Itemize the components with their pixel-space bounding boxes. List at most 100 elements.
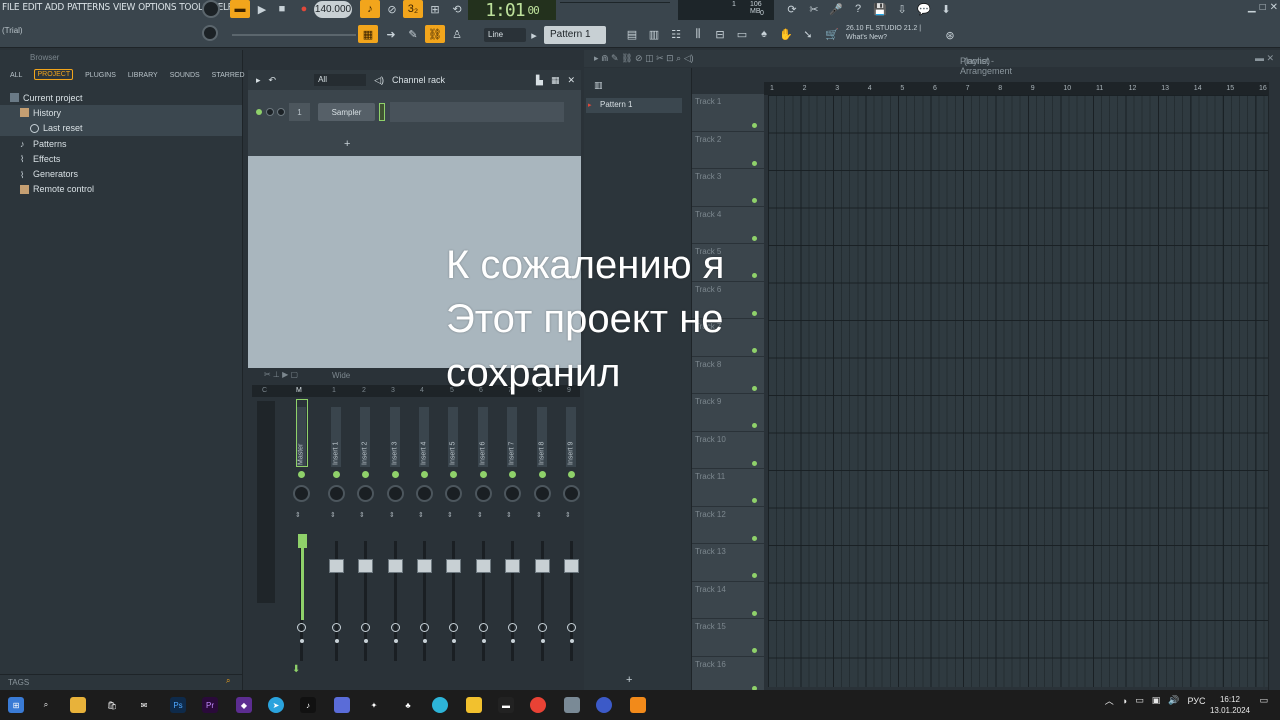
strip-route-dot[interactable]: [300, 639, 304, 643]
track-header[interactable]: Track 1: [692, 94, 764, 132]
strip-route-dot[interactable]: [541, 639, 545, 643]
mail-icon[interactable]: ✉: [136, 697, 152, 713]
picker-pattern-item[interactable]: Pattern 1: [586, 98, 682, 113]
mixer-strip-insert-1[interactable]: Insert 1 ⇕: [323, 399, 350, 679]
master-volume-knob[interactable]: [202, 0, 220, 18]
strip-stereo-icon[interactable]: ⇕: [536, 511, 542, 519]
strip-route-dot[interactable]: [570, 639, 574, 643]
strip-record-icon[interactable]: [508, 623, 517, 632]
play-button[interactable]: ▶: [252, 0, 272, 18]
tab-sounds[interactable]: SOUNDS: [170, 72, 200, 80]
mixer-window-icon[interactable]: ⫼: [688, 25, 708, 43]
notifications-icon[interactable]: ▭: [1259, 695, 1268, 706]
playlist-tools-icons[interactable]: ▸ ⋒ ✎ ⛓ ⊘ ◫ ✂ ⊡ ⌕ ◁): [594, 53, 694, 64]
strip-stereo-icon[interactable]: ⇕: [477, 511, 483, 519]
playlist-window-icon[interactable]: ▤: [622, 25, 642, 43]
strip-pan-knob[interactable]: [475, 485, 492, 502]
strip-stereo-icon[interactable]: ⇕: [330, 511, 336, 519]
strip-stereo-icon[interactable]: ⇕: [359, 511, 365, 519]
strip-pan-knob[interactable]: [357, 485, 374, 502]
maximize-icon[interactable]: □: [1260, 2, 1266, 13]
help-icon[interactable]: ?: [848, 0, 868, 18]
strip-record-icon[interactable]: [297, 623, 306, 632]
download-icon[interactable]: ⬇: [936, 0, 956, 18]
track-mute-led[interactable]: [752, 123, 757, 128]
strip-pan-knob[interactable]: [504, 485, 521, 502]
add-channel-button[interactable]: +: [344, 138, 350, 150]
tab-library[interactable]: LIBRARY: [128, 72, 158, 80]
project-info-icon[interactable]: ▭: [732, 25, 752, 43]
strip-enable-led[interactable]: [568, 471, 575, 478]
track-mute-led[interactable]: [752, 648, 757, 653]
undo-icon[interactable]: ⟳: [782, 0, 802, 18]
strip-volume-fader[interactable]: [505, 559, 520, 573]
track-header[interactable]: Track 16: [692, 657, 764, 694]
explorer-icon[interactable]: [70, 697, 86, 713]
strip-record-icon[interactable]: [538, 623, 547, 632]
stop-button[interactable]: ■: [272, 0, 292, 18]
tree-item-generators[interactable]: ⌇ Generators: [0, 166, 242, 181]
app-icon-3[interactable]: ♣: [400, 697, 416, 713]
channel-number[interactable]: 1: [289, 103, 310, 121]
channel-filter-select[interactable]: All: [314, 74, 367, 86]
cut-icon[interactable]: ✂: [804, 0, 824, 18]
tempo-tapper-icon[interactable]: ✋: [776, 25, 796, 43]
pattern-select[interactable]: Pattern 1: [544, 26, 606, 44]
strip-volume-fader[interactable]: [329, 559, 344, 573]
track-header[interactable]: Track 10: [692, 432, 764, 469]
strip-enable-led[interactable]: [298, 471, 305, 478]
channel-volume-knob[interactable]: [277, 108, 285, 116]
start-icon[interactable]: ⊞: [8, 697, 24, 713]
strip-enable-led[interactable]: [539, 471, 546, 478]
master-pitch-slider[interactable]: [232, 34, 356, 36]
track-header[interactable]: Track 3: [692, 169, 764, 207]
graph-icon[interactable]: ▙: [536, 75, 543, 86]
strip-record-icon[interactable]: [391, 623, 400, 632]
strip-volume-fader[interactable]: [476, 559, 491, 573]
strip-enable-led[interactable]: [333, 471, 340, 478]
fl-studio-icon[interactable]: [630, 697, 646, 713]
strip-route-dot[interactable]: [335, 639, 339, 643]
mixer-tools-icons[interactable]: ✂ ⊥ ▶ ▢: [264, 370, 298, 379]
steps-icon[interactable]: ▦: [551, 75, 560, 86]
strip-record-icon[interactable]: [479, 623, 488, 632]
tree-item-current-project[interactable]: Current project: [0, 90, 242, 105]
menu-add[interactable]: ADD: [45, 2, 67, 13]
snap-select[interactable]: Line: [484, 28, 526, 42]
volume-icon[interactable]: 🔊: [1168, 695, 1179, 706]
track-mute-led[interactable]: [752, 160, 757, 166]
menu-options[interactable]: OPTIONS: [138, 2, 179, 13]
menu-patterns[interactable]: PATTERNS: [67, 2, 113, 13]
track-header[interactable]: Track 13: [692, 544, 764, 582]
channel-rack-window-icon[interactable]: ☷: [666, 25, 686, 43]
strip-enable-led[interactable]: [392, 471, 399, 478]
menu-file[interactable]: FILE: [2, 2, 22, 13]
picker-add-button[interactable]: +: [626, 674, 632, 686]
mixer-strip-insert-2[interactable]: Insert 2 ⇕: [352, 399, 379, 679]
touch-controller-icon[interactable]: ➘: [798, 25, 818, 43]
loop-record-button[interactable]: ⟲: [447, 0, 467, 18]
mixer-strip-insert-3[interactable]: Insert 3 ⇕: [382, 399, 409, 679]
app-icon-5[interactable]: [466, 697, 482, 713]
playlist-window-controls[interactable]: ▬ ✕: [1255, 53, 1274, 64]
app-icon-7[interactable]: [596, 697, 612, 713]
track-header[interactable]: Track 11: [692, 469, 764, 507]
channel-select-led[interactable]: [379, 103, 385, 121]
channel-pan-knob[interactable]: [266, 108, 274, 116]
strip-pan-knob[interactable]: [445, 485, 462, 502]
mixer-strip-insert-7[interactable]: Insert 7 ⇕: [499, 399, 526, 679]
track-mute-led[interactable]: [752, 423, 757, 428]
network-icon[interactable]: ▣: [1152, 695, 1161, 706]
master-pitch-knob[interactable]: [202, 25, 218, 41]
pencil-tool-icon[interactable]: ✎: [403, 25, 423, 43]
stamp-tool-icon[interactable]: ♙: [447, 25, 467, 43]
strip-stereo-icon[interactable]: ⇕: [506, 511, 512, 519]
close-icon[interactable]: ✕: [1270, 2, 1278, 13]
strip-record-icon[interactable]: [567, 623, 576, 632]
strip-pan-knob[interactable]: [387, 485, 404, 502]
mixer-strip-insert-4[interactable]: Insert 4 ⇕: [411, 399, 438, 679]
premiere-icon[interactable]: Pr: [202, 697, 218, 713]
master-fader[interactable]: [298, 534, 307, 548]
mixer-strip-insert-8[interactable]: Insert 8 ⇕: [529, 399, 556, 679]
strip-volume-fader[interactable]: [564, 559, 579, 573]
